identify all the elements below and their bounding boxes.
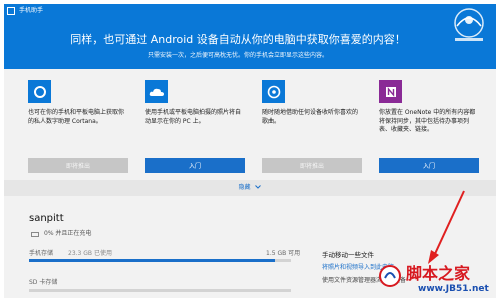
sd-storage-label: SD 卡存储 — [29, 279, 58, 286]
card-description: 随时随地借助任何设备收听你喜欢的歌曲。 — [262, 109, 359, 125]
card-music: 随时随地借助任何设备收听你喜欢的歌曲。 即将推出 — [262, 80, 365, 176]
onenote-icon — [379, 80, 402, 103]
phone-storage-free: 1.5 GB 可用 — [266, 250, 301, 257]
logo-badge — [454, 8, 484, 41]
card-description: 使用手机或平板电脑拍摄的照片将自动显示在你的 PC 上。 — [145, 109, 242, 125]
device-name: sanpitt — [29, 213, 64, 224]
app-icon — [7, 7, 15, 15]
watermark-logo-icon — [379, 265, 401, 287]
card-onenote: 你放置在 OneNote 中的所有内容都将保持同步，其中包括待办事项列表、收藏夹… — [379, 80, 482, 176]
battery-icon — [31, 232, 39, 237]
hide-label: 隐藏 — [238, 184, 251, 191]
get-started-button[interactable]: 入门 — [145, 158, 245, 173]
manual-move-heading: 手动移动一些文件 — [322, 251, 374, 259]
title-bar: 手机助手 — [4, 4, 496, 18]
battery-status: 0% 并且正在充电 — [44, 230, 92, 237]
card-cortana: 也可在你的手机和平板电脑上获取你的私人数字助理 Cortana。 即将推出 — [28, 80, 131, 176]
card-description: 也可在你的手机和平板电脑上获取你的私人数字助理 Cortana。 — [28, 109, 125, 125]
cortana-icon — [28, 80, 51, 103]
phone-storage-used: 23.3 GB 已使用 — [68, 250, 112, 257]
watermark-brand: 脚本之家 — [406, 264, 471, 283]
music-icon — [262, 80, 285, 103]
chevron-down-icon — [255, 180, 262, 196]
phone-storage-bar-fill — [29, 259, 276, 262]
card-photos: 使用手机或平板电脑拍摄的照片将自动显示在你的 PC 上。 入门 — [145, 80, 248, 176]
card-description: 你放置在 OneNote 中的所有内容都将保持同步，其中包括待办事项列表、收藏夹… — [379, 109, 476, 133]
watermark-url: www.JB51.net — [418, 284, 489, 294]
hero-headline: 同样，也可通过 Android 设备自动从你的电脑中获取你喜爱的内容！ — [70, 33, 406, 46]
annotation-arrow — [428, 190, 465, 264]
phone-storage-bar — [29, 259, 291, 262]
app-window: 手机助手 同样，也可通过 Android 设备自动从你的电脑中获取你喜爱的内容！… — [4, 4, 496, 298]
hero-banner: 手机助手 同样，也可通过 Android 设备自动从你的电脑中获取你喜爱的内容！… — [4, 4, 496, 69]
sd-storage-bar — [29, 289, 291, 292]
window-title: 手机助手 — [19, 7, 44, 14]
phone-storage-label: 手机存储 — [29, 250, 54, 257]
coming-soon-button[interactable]: 即将推出 — [28, 158, 128, 173]
get-started-button[interactable]: 入门 — [379, 158, 479, 173]
onedrive-icon — [145, 80, 168, 103]
coming-soon-button[interactable]: 即将推出 — [262, 158, 362, 173]
hero-subline: 只需安装一次，之后便可高枕无忧。你的手机会立即显示这些内容。 — [147, 52, 328, 59]
site-watermark: 脚本之家 www.JB51.net — [378, 264, 494, 298]
